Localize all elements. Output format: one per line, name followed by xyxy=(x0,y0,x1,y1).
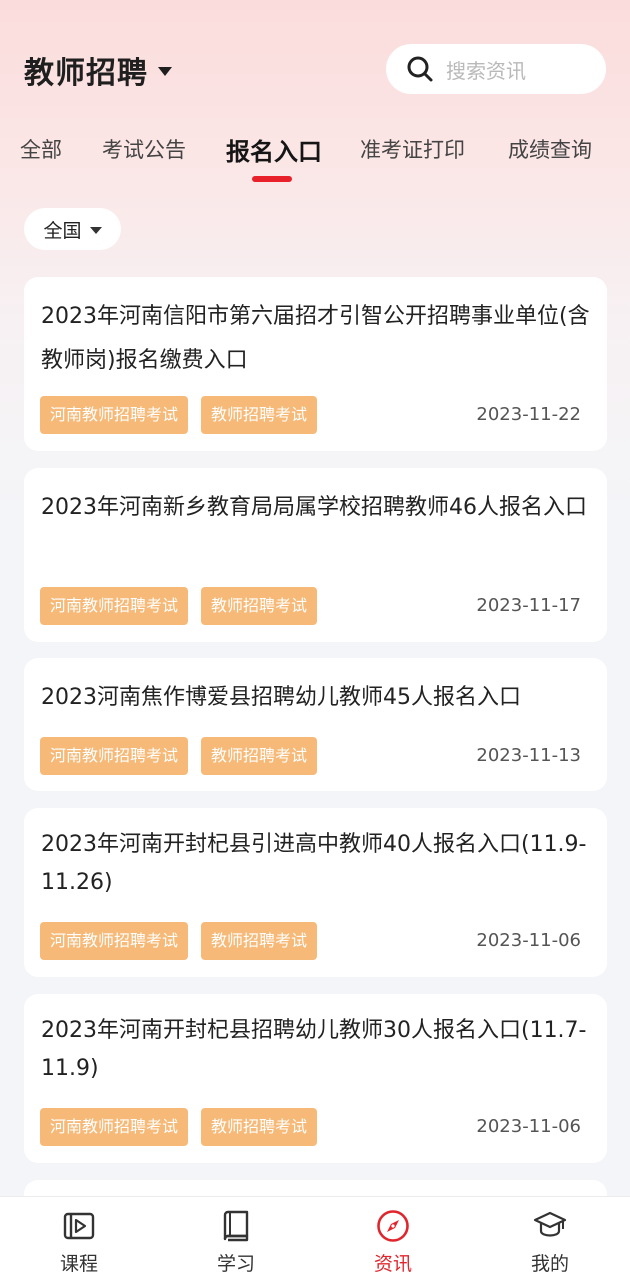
tab-all[interactable]: 全部 xyxy=(20,134,62,164)
search-input[interactable]: 搜索资讯 xyxy=(386,44,606,94)
article-date: 2023-11-17 xyxy=(476,595,581,616)
tab-exam-notice[interactable]: 考试公告 xyxy=(102,134,186,164)
tabbar-item-news[interactable]: 资讯 xyxy=(333,1197,453,1280)
article-date: 2023-11-06 xyxy=(476,930,581,951)
category-tabs: 全部 考试公告 报名入口 准考证打印 成绩查询 xyxy=(0,128,630,188)
list-item[interactable]: 2023河南焦作博爱县招聘幼儿教师45人报名入口 河南教师招聘考试 教师招聘考试… xyxy=(24,658,607,791)
list-item[interactable]: 2023年河南开封杞县引进高中教师40人报名入口(11.9-11.26) 河南教… xyxy=(24,808,607,977)
tabbar-item-profile[interactable]: 我的 xyxy=(490,1197,610,1280)
tag[interactable]: 河南教师招聘考试 xyxy=(40,587,189,625)
list-item[interactable]: 2023年河南新乡教育局局属学校招聘教师46人报名入口 河南教师招聘考试 教师招… xyxy=(24,468,607,642)
article-title: 2023河南焦作博爱县招聘幼儿教师45人报名入口 xyxy=(41,685,521,710)
tag[interactable]: 教师招聘考试 xyxy=(201,737,318,775)
tag-list: 河南教师招聘考试 教师招聘考试 xyxy=(40,587,330,625)
graduation-cap-icon xyxy=(533,1211,567,1237)
active-tab-indicator xyxy=(252,176,292,182)
caret-down-icon xyxy=(89,226,102,234)
tabbar-item-courses[interactable]: 课程 xyxy=(19,1197,139,1280)
page-title: 教师招聘 xyxy=(24,56,148,91)
tag[interactable]: 教师招聘考试 xyxy=(201,1108,318,1146)
article-title: 2023年河南开封杞县招聘幼儿教师30人报名入口(11.7-11.9) xyxy=(41,1018,587,1081)
tag-list: 河南教师招聘考试 教师招聘考试 xyxy=(40,922,330,960)
tag-list: 河南教师招聘考试 教师招聘考试 xyxy=(40,396,330,434)
tag[interactable]: 教师招聘考试 xyxy=(201,922,318,960)
list-item[interactable]: 2023年河南开封杞县招聘幼儿教师30人报名入口(11.7-11.9) 河南教师… xyxy=(24,994,607,1163)
list-item[interactable]: 2023年河南信阳市第六届招才引智公开招聘事业单位(含教师岗)报名缴费入口 河南… xyxy=(24,277,607,451)
compass-icon xyxy=(377,1210,409,1242)
caret-down-icon xyxy=(158,66,172,76)
article-title: 2023年河南新乡教育局局属学校招聘教师46人报名入口 xyxy=(41,495,587,520)
tabbar-label: 课程 xyxy=(59,1253,98,1275)
tab-score-query[interactable]: 成绩查询 xyxy=(508,134,592,164)
tabbar-label: 资讯 xyxy=(373,1253,412,1275)
tag[interactable]: 河南教师招聘考试 xyxy=(40,1108,189,1146)
video-icon xyxy=(63,1212,95,1240)
article-date: 2023-11-22 xyxy=(476,404,581,425)
category-selector[interactable]: 教师招聘 xyxy=(24,48,172,92)
tag[interactable]: 河南教师招聘考试 xyxy=(40,922,189,960)
search-icon xyxy=(407,56,433,82)
tabbar-item-study[interactable]: 学习 xyxy=(176,1197,296,1280)
article-title: 2023年河南信阳市第六届招才引智公开招聘事业单位(含教师岗)报名缴费入口 xyxy=(41,304,590,373)
tag[interactable]: 教师招聘考试 xyxy=(201,587,318,625)
tabbar-label: 学习 xyxy=(216,1253,255,1275)
tag-list: 河南教师招聘考试 教师招聘考试 xyxy=(40,737,330,775)
tab-admission-ticket[interactable]: 准考证打印 xyxy=(360,134,465,164)
article-date: 2023-11-06 xyxy=(476,1116,581,1137)
tab-registration[interactable]: 报名入口 xyxy=(226,132,322,167)
tag[interactable]: 河南教师招聘考试 xyxy=(40,396,189,434)
tabbar-label: 我的 xyxy=(530,1253,569,1275)
region-filter[interactable]: 全国 xyxy=(24,208,121,250)
bottom-tab-bar: 课程 学习 资讯 我的 xyxy=(0,1196,630,1280)
book-icon xyxy=(223,1210,249,1242)
article-title: 2023年河南开封杞县引进高中教师40人报名入口(11.9-11.26) xyxy=(41,832,587,895)
article-date: 2023-11-13 xyxy=(476,745,581,766)
tag-list: 河南教师招聘考试 教师招聘考试 xyxy=(40,1108,330,1146)
region-label: 全国 xyxy=(43,219,82,242)
tag[interactable]: 教师招聘考试 xyxy=(201,396,318,434)
search-placeholder: 搜索资讯 xyxy=(446,58,526,83)
tag[interactable]: 河南教师招聘考试 xyxy=(40,737,189,775)
